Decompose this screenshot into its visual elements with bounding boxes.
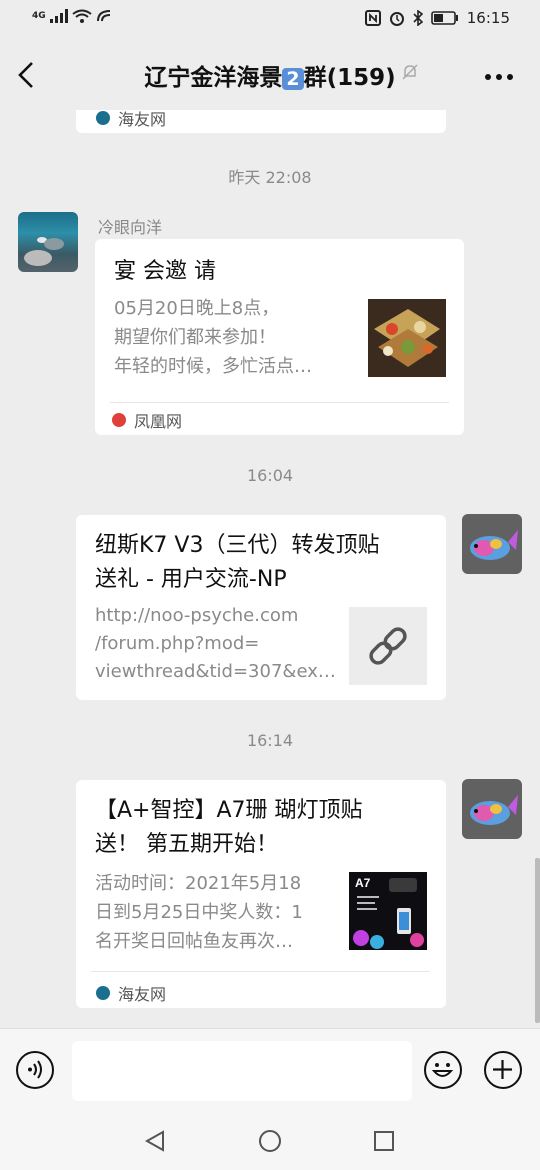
chat-title-count: 群(159) [303, 65, 396, 91]
source-label: 凤凰网 [134, 412, 183, 431]
card-desc-line: http://noo-psyche.com [95, 605, 299, 626]
message-card[interactable]: 纽斯K7 V3（三代）转发顶贴 送礼 - 用户交流-NP http://noo-… [76, 515, 446, 700]
wifi-icon [72, 9, 92, 23]
card-title: 宴 会邀 请 [114, 259, 216, 284]
coral-lamp-image: A7 [353, 876, 424, 949]
avatar-fish-image [470, 795, 518, 825]
timestamp: 16:04 [246, 466, 294, 485]
card-title-line: 送！ 第五期开始！ [95, 832, 278, 857]
alarm-icon [389, 12, 404, 26]
link-icon [369, 627, 407, 665]
card-divider [91, 971, 430, 972]
avatar[interactable] [18, 212, 78, 272]
card-desc-line: 活动时间：2021年5月18 [95, 873, 302, 894]
signal-icon [49, 9, 68, 23]
status-left: 4G [32, 9, 112, 23]
avatar-fish-image [470, 530, 518, 560]
message-card[interactable]: 宴 会邀 请 05月20日晚上8点， 期望你们都来参加！ 年轻的时候，多忙活点…… [95, 239, 464, 435]
message-card[interactable]: 海友网 [76, 110, 446, 133]
chat-area[interactable]: 海友网 昨天 22:08 冷眼向洋 宴 会邀 请 05月20日晚上8点， 期望你… [0, 110, 540, 1030]
card-title-line: 【A+智控】A7珊 瑚灯顶贴 [95, 798, 363, 823]
timestamp: 16:14 [246, 731, 294, 750]
card-desc-line: 05月20日晚上8点， [114, 298, 280, 319]
system-nav-bar [0, 1110, 540, 1170]
voice-icon [28, 1060, 42, 1079]
avatar[interactable] [462, 779, 522, 839]
chat-title-badge: 2 [282, 68, 304, 90]
bluetooth-icon [413, 10, 423, 26]
card-desc-line: 日到5月25日中奖人数：1 [95, 902, 303, 923]
avatar-fish-image [24, 237, 64, 266]
voice-button[interactable] [16, 1051, 54, 1089]
emoji-icon [431, 1063, 454, 1077]
nav-home-icon[interactable] [258, 1129, 282, 1153]
card-desc-line: 年轻的时候，多忙活点… [114, 356, 312, 377]
nav-recents-icon[interactable] [373, 1130, 395, 1152]
more-button[interactable] [484, 68, 514, 81]
nav-back-icon[interactable] [144, 1130, 166, 1152]
network-label: 4G [32, 11, 46, 21]
card-desc-line: viewthread&tid=307&ex… [95, 661, 336, 682]
timestamp: 昨天 22:08 [228, 168, 312, 187]
phoenix-logo-icon [112, 413, 126, 427]
card-title-line: 纽斯K7 V3（三代）转发顶贴 [95, 533, 380, 558]
thumb-label: A7 [355, 876, 371, 890]
source-label: 海友网 [118, 110, 167, 129]
scrollbar[interactable] [535, 858, 540, 1023]
card-thumbnail: A7 [349, 872, 427, 950]
haiyou-logo-icon [96, 111, 110, 125]
avatar[interactable] [462, 514, 522, 574]
muted-bell-icon [402, 64, 418, 80]
card-title-line: 送礼 - 用户交流-NP [95, 567, 287, 592]
chat-header: 辽宁金洋海景 2 群(159) [0, 38, 540, 110]
chat-title-name: 辽宁金洋海景 [144, 65, 283, 91]
battery-icon [430, 11, 458, 25]
card-divider [110, 402, 449, 403]
message-input[interactable] [72, 1041, 412, 1101]
haiyou-logo-icon [96, 986, 110, 1000]
plus-button[interactable] [484, 1051, 522, 1089]
card-desc-line: 期望你们都来参加！ [114, 327, 276, 348]
card-thumbnail [368, 299, 446, 377]
nfc-icon [364, 10, 381, 26]
message-card[interactable]: 【A+智控】A7珊 瑚灯顶贴 送！ 第五期开始！ 活动时间：2021年5月18 … [76, 780, 446, 1008]
status-right: 16:15 [364, 9, 510, 27]
plus-icon [493, 1060, 512, 1079]
card-source: 海友网 [96, 981, 166, 1005]
source-label: 海友网 [118, 985, 167, 1004]
status-bar: 4G 16:15 [0, 0, 540, 38]
clock: 16:15 [466, 9, 510, 27]
input-bar [0, 1028, 540, 1111]
chat-title: 辽宁金洋海景 2 群(159) [0, 58, 540, 92]
card-source: 凤凰网 [112, 408, 182, 432]
card-source: 海友网 [96, 110, 166, 130]
banquet-food-image [374, 309, 440, 367]
link-thumbnail [349, 607, 427, 685]
sender-name: 冷眼向洋 [98, 218, 163, 237]
card-desc-line: 名开奖日回帖鱼友再次… [95, 931, 293, 952]
more-icon [485, 74, 513, 80]
card-desc-line: /forum.php?mod= [95, 633, 260, 654]
hotspot-icon [96, 10, 110, 22]
emoji-button[interactable] [424, 1051, 462, 1089]
